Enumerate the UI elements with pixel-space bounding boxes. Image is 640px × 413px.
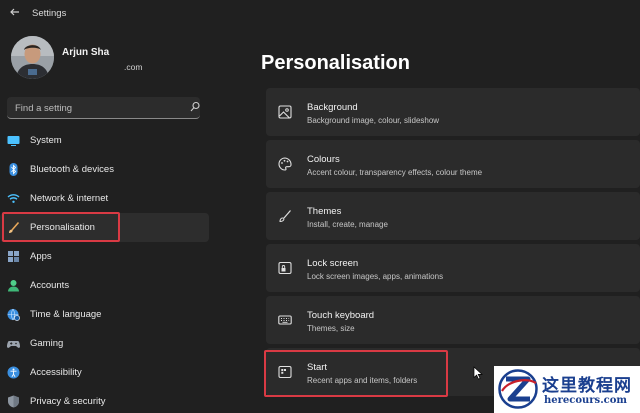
shield-icon bbox=[8, 395, 19, 408]
card-description: Accent colour, transparency effects, col… bbox=[307, 168, 483, 177]
watermark: 这里教程网 herecours.com bbox=[494, 366, 640, 413]
globe-clock-icon bbox=[7, 308, 20, 321]
gamepad-icon bbox=[7, 341, 20, 348]
mouse-pointer-icon bbox=[473, 366, 483, 380]
sidebar-item-network[interactable]: Network & internet bbox=[0, 184, 209, 213]
highlight-personalisation bbox=[2, 212, 120, 242]
monitor-icon bbox=[7, 136, 20, 146]
search-input[interactable] bbox=[15, 101, 175, 115]
sidebar-item-label: Privacy & security bbox=[30, 396, 106, 407]
accessibility-icon bbox=[7, 366, 20, 379]
sidebar-item-label: Time & language bbox=[30, 309, 102, 320]
palette-icon bbox=[278, 157, 292, 171]
sidebar-item-time-language[interactable]: Time & language bbox=[0, 300, 209, 329]
sidebar-item-label: Accessibility bbox=[30, 367, 82, 378]
apps-icon bbox=[8, 251, 19, 262]
card-touch-keyboard[interactable]: Touch keyboard Themes, size bbox=[266, 296, 640, 344]
back-button[interactable] bbox=[8, 5, 22, 19]
sidebar-item-accounts[interactable]: Accounts bbox=[0, 271, 209, 300]
sidebar-item-label: Accounts bbox=[30, 280, 70, 291]
sidebar-nav: System Bluetooth & devices Network & int… bbox=[0, 126, 212, 413]
search-box[interactable] bbox=[7, 97, 200, 119]
card-title: Touch keyboard bbox=[307, 310, 375, 321]
watermark-text-cn: 这里教程网 bbox=[542, 376, 632, 396]
card-themes[interactable]: Themes Install, create, manage bbox=[266, 192, 640, 240]
sidebar-item-label: Bluetooth & devices bbox=[30, 164, 114, 175]
card-description: Background image, colour, slideshow bbox=[307, 116, 440, 125]
sidebar-item-gaming[interactable]: Gaming bbox=[0, 329, 209, 358]
card-title: Colours bbox=[307, 154, 340, 165]
avatar[interactable] bbox=[11, 36, 54, 79]
card-description: Themes, size bbox=[307, 324, 355, 333]
card-description: Install, create, manage bbox=[307, 220, 388, 229]
title-bar: Settings bbox=[0, 0, 640, 28]
wifi-icon bbox=[7, 194, 20, 203]
app-title: Settings bbox=[32, 8, 67, 19]
sidebar-item-system[interactable]: System bbox=[0, 126, 209, 155]
sidebar-item-apps[interactable]: Apps bbox=[0, 242, 209, 271]
sidebar-item-label: Network & internet bbox=[30, 193, 109, 204]
card-colours[interactable]: Colours Accent colour, transparency effe… bbox=[266, 140, 640, 188]
watermark-logo-icon bbox=[498, 369, 538, 409]
sidebar-item-accessibility[interactable]: Accessibility bbox=[0, 358, 209, 387]
page-title: Personalisation bbox=[261, 52, 410, 74]
search-icon bbox=[190, 101, 200, 112]
sidebar-item-label: Apps bbox=[30, 251, 52, 262]
card-lock-screen[interactable]: Lock screen Lock screen images, apps, an… bbox=[266, 244, 640, 292]
image-icon bbox=[278, 105, 292, 119]
card-title: Lock screen bbox=[307, 258, 359, 269]
card-title: Themes bbox=[307, 206, 342, 217]
card-title: Background bbox=[307, 102, 358, 113]
user-email: .com bbox=[124, 62, 143, 72]
card-background[interactable]: Background Background image, colour, sli… bbox=[266, 88, 640, 136]
watermark-text-en: herecours.com bbox=[544, 395, 628, 406]
keyboard-icon bbox=[278, 315, 292, 325]
highlight-start bbox=[264, 350, 448, 397]
sidebar-item-label: System bbox=[30, 135, 62, 146]
lock-screen-icon bbox=[278, 261, 292, 275]
arrow-left-icon bbox=[10, 8, 19, 16]
card-description: Lock screen images, apps, animations bbox=[307, 272, 444, 281]
brush-icon bbox=[279, 210, 291, 223]
bluetooth-icon bbox=[9, 163, 18, 176]
person-icon bbox=[8, 280, 19, 292]
user-name: Arjun Sha bbox=[62, 47, 110, 58]
sidebar-item-privacy[interactable]: Privacy & security bbox=[0, 387, 209, 413]
sidebar-item-bluetooth[interactable]: Bluetooth & devices bbox=[0, 155, 209, 184]
sidebar-item-label: Gaming bbox=[30, 338, 64, 349]
